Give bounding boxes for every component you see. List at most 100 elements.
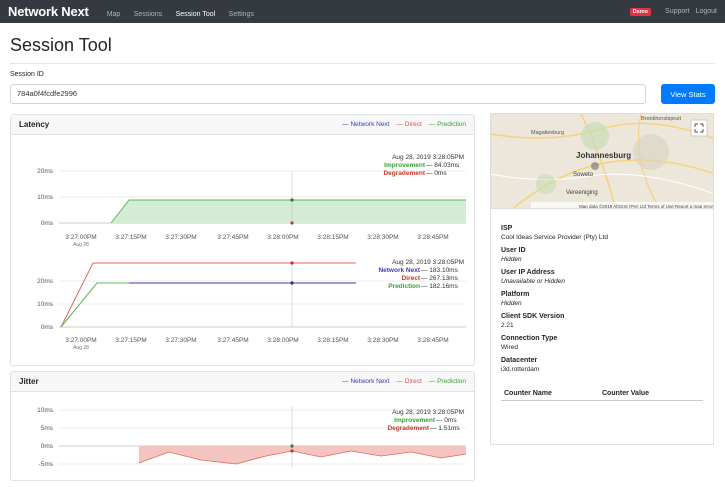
x-tick: 3:28:30PM	[367, 234, 398, 241]
tooltip-prediction-value: — 182.16ms	[421, 283, 459, 290]
user-id-label: User ID	[501, 247, 526, 254]
cursor-point	[290, 261, 294, 265]
session-map[interactable]: Johannesburg Soweto Vereeniging Magalies…	[490, 113, 714, 209]
tooltip-timestamp: Aug 28, 2019 3:28:05PM	[392, 409, 464, 416]
fullscreen-icon[interactable]	[690, 119, 708, 137]
tooltip-prediction: Prediction	[388, 283, 420, 290]
x-tick: 3:27:00PM	[65, 337, 96, 344]
latency-title: Latency	[19, 120, 50, 129]
direct-line	[60, 262, 356, 328]
cursor-point	[290, 221, 294, 225]
session-info-panel: ISP Cool Ideas Service Provider (Pty) Lt…	[490, 209, 714, 445]
x-tick-sub: Aug 28	[73, 345, 89, 351]
tooltip-degradement: Degradement	[387, 425, 429, 432]
nav-session-tool[interactable]: Session Tool	[176, 11, 216, 18]
x-tick: 3:27:45PM	[217, 337, 248, 344]
view-stats-button[interactable]: View Stats	[661, 84, 715, 104]
x-tick: 3:28:15PM	[317, 337, 348, 344]
cursor-point	[290, 198, 294, 202]
legend-prediction: — Prediction	[428, 378, 466, 385]
x-tick: 3:27:30PM	[165, 234, 196, 241]
nav-sessions[interactable]: Sessions	[134, 11, 162, 18]
datacenter-value: i3d.rotterdam	[501, 366, 540, 373]
y-tick: 20ms	[37, 168, 54, 175]
tooltip-timestamp: Aug 28, 2019 3:28:05PM	[392, 259, 464, 266]
legend-direct: — Direct	[396, 378, 422, 385]
x-tick: 3:28:00PM	[267, 337, 298, 344]
jitter-chart[interactable]: 10ms 5ms 0ms -5ms Aug 28, 2019 3:28:05PM…	[11, 392, 476, 482]
nav-logout[interactable]: Logout	[696, 8, 717, 15]
counter-name-header: Counter Name	[504, 390, 552, 397]
tooltip-direct: Direct	[402, 275, 421, 282]
map-label: Soweto	[573, 172, 594, 178]
y-tick: 5ms	[41, 425, 54, 432]
page-title: Session Tool	[10, 35, 112, 55]
tooltip-network-next-value: — 183.10ms	[421, 267, 459, 274]
right-nav: Demo Support Logout	[629, 7, 717, 16]
x-tick: 3:28:15PM	[317, 234, 348, 241]
tooltip-improvement-value: — 84.03ms	[426, 162, 460, 169]
map-label: Johannesburg	[576, 151, 631, 160]
user-id-value: Hidden	[501, 256, 522, 263]
sdk-label: Client SDK Version	[501, 313, 565, 320]
map-label: Magaliesburg	[531, 130, 564, 136]
jitter-card: Jitter — Network Next — Direct — Predict…	[10, 371, 475, 481]
cursor-point	[290, 281, 294, 285]
brand-logo[interactable]: Network Next	[8, 4, 89, 19]
x-tick: 3:28:45PM	[417, 234, 448, 241]
legend-network-next: — Network Next	[342, 121, 390, 128]
isp-value: Cool Ideas Service Provider (Pty) Ltd	[501, 234, 608, 241]
tooltip-degradement-value: — 0ms	[426, 170, 447, 177]
tooltip-improvement: Improvement	[394, 417, 436, 424]
nav-support[interactable]: Support	[665, 8, 690, 15]
legend-prediction: — Prediction	[428, 121, 466, 128]
tooltip-improvement-value: — 0ms	[436, 417, 457, 424]
datacenter-label: Datacenter	[501, 357, 538, 364]
sdk-value: 2.21	[501, 322, 514, 329]
improvement-chart: 20ms 10ms 0ms Aug 28, 2019 3:28:05PM Imp…	[37, 154, 466, 248]
tooltip-timestamp: Aug 28, 2019 3:28:05PM	[392, 154, 464, 161]
main-nav: Map Sessions Session Tool Settings	[107, 3, 263, 21]
map-canvas[interactable]: Johannesburg Soweto Vereeniging Magalies…	[491, 114, 714, 209]
y-tick: 10ms	[37, 194, 54, 201]
connection-value: Wired	[501, 344, 518, 351]
tooltip-network-next: Network Next	[378, 267, 420, 274]
session-id-input[interactable]: 784a0f4fcdfe2996	[10, 84, 646, 104]
top-navbar: Network Next Map Sessions Session Tool S…	[0, 0, 725, 23]
legend-network-next: — Network Next	[342, 378, 390, 385]
counter-table-header: Counter Name Counter Value	[501, 387, 703, 401]
x-tick: 3:27:30PM	[165, 337, 196, 344]
y-tick: 10ms	[37, 301, 54, 308]
session-id-label: Session ID	[10, 71, 44, 78]
y-tick: 20ms	[37, 278, 54, 285]
latency-card-header: Latency — Network Next — Direct — Predic…	[11, 115, 474, 135]
prediction-line	[60, 282, 356, 328]
isp-label: ISP	[501, 225, 513, 232]
nav-map[interactable]: Map	[107, 11, 121, 18]
latency-chart: 20ms 10ms 0ms Aug 28, 2019 3:28:05PM Net…	[37, 259, 466, 351]
cursor-point	[290, 449, 294, 453]
legend-direct: — Direct	[396, 121, 422, 128]
latency-charts[interactable]: 20ms 10ms 0ms Aug 28, 2019 3:28:05PM Imp…	[11, 135, 476, 366]
map-label: Bronkhorstspruit	[641, 116, 682, 122]
connection-label: Connection Type	[501, 335, 558, 342]
counter-value-header: Counter Value	[602, 390, 650, 397]
tooltip-improvement: Improvement	[384, 162, 426, 169]
x-tick: 3:28:00PM	[267, 234, 298, 241]
nav-settings[interactable]: Settings	[229, 11, 254, 18]
divider	[10, 63, 715, 64]
latency-card: Latency — Network Next — Direct — Predic…	[10, 114, 475, 366]
tooltip-direct-value: — 267.13ms	[421, 275, 459, 282]
x-tick: 3:27:15PM	[115, 337, 146, 344]
jitter-card-header: Jitter — Network Next — Direct — Predict…	[11, 372, 474, 392]
x-tick: 3:27:00PM	[65, 234, 96, 241]
platform-value: Hidden	[501, 300, 522, 307]
y-tick: 0ms	[41, 324, 54, 331]
x-tick: 3:27:45PM	[217, 234, 248, 241]
x-tick: 3:28:30PM	[367, 337, 398, 344]
ip-label: User IP Address	[501, 269, 555, 276]
tooltip-degradement-value: — 1.51ms	[430, 425, 460, 432]
y-tick: 10ms	[37, 407, 54, 414]
degradement-area	[139, 446, 466, 464]
y-tick: 0ms	[41, 443, 54, 450]
